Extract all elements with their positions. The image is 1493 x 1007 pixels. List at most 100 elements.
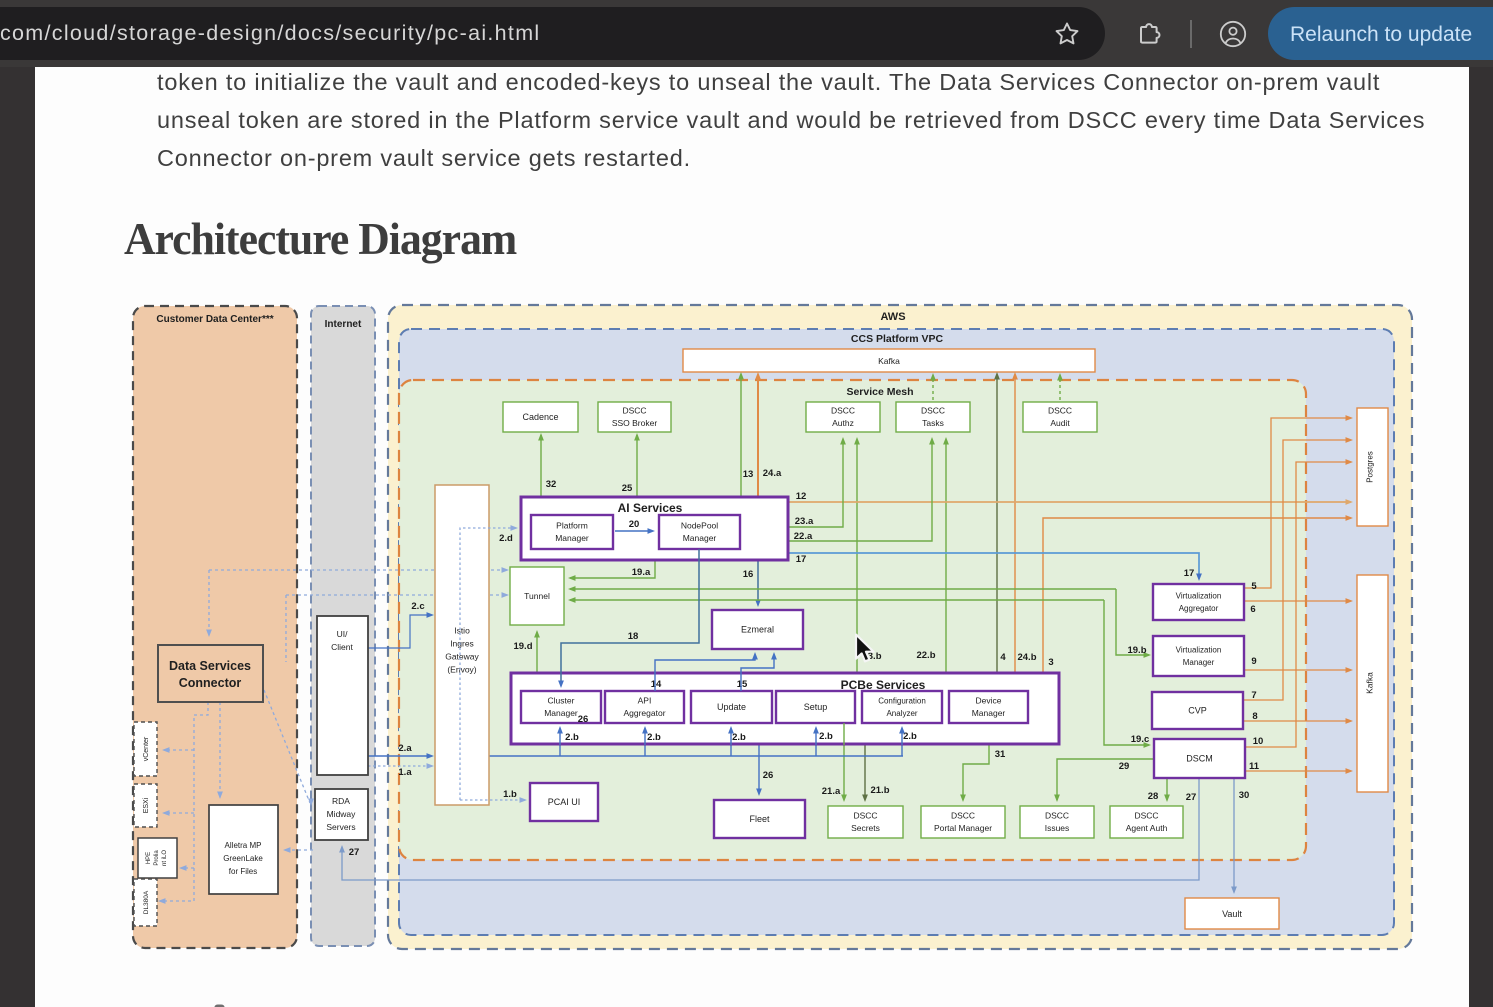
svg-text:22.a: 22.a (794, 531, 813, 542)
svg-text:7: 7 (1251, 690, 1256, 701)
svg-text:CCS Platform VPC: CCS Platform VPC (851, 333, 944, 345)
svg-text:2.a: 2.a (398, 743, 412, 754)
svg-text:Vault: Vault (1222, 909, 1242, 919)
svg-text:Internet: Internet (325, 319, 362, 330)
svg-text:Device: Device (976, 696, 1002, 706)
svg-text:Issues: Issues (1045, 823, 1070, 833)
svg-text:5: 5 (1251, 581, 1257, 592)
svg-text:18: 18 (628, 631, 639, 642)
svg-text:2.b: 2.b (903, 731, 917, 742)
svg-text:28: 28 (1148, 791, 1159, 802)
svg-text:19.c: 19.c (1131, 734, 1150, 745)
svg-text:1.a: 1.a (398, 767, 412, 778)
svg-text:Manager: Manager (1183, 658, 1215, 667)
svg-text:11: 11 (1249, 761, 1260, 772)
svg-text:2.d: 2.d (499, 533, 513, 544)
svg-text:(Envoy): (Envoy) (447, 664, 476, 674)
svg-text:CVP: CVP (1188, 706, 1207, 716)
svg-text:DL380A: DL380A (143, 890, 150, 914)
svg-text:DSCC: DSCC (921, 406, 945, 416)
svg-text:SSO Broker: SSO Broker (612, 418, 658, 428)
svg-text:UI/: UI/ (337, 629, 349, 639)
svg-text:20: 20 (629, 519, 640, 530)
svg-text:13: 13 (743, 469, 754, 480)
svg-text:Servers: Servers (326, 822, 355, 832)
svg-text:2.b: 2.b (565, 732, 579, 743)
svg-text:Aggregator: Aggregator (623, 708, 665, 718)
svg-text:DSCC: DSCC (1045, 811, 1069, 821)
svg-text:GreenLake: GreenLake (223, 854, 263, 863)
svg-text:27: 27 (1186, 792, 1197, 803)
svg-text:AI Services: AI Services (618, 501, 683, 515)
svg-text:10: 10 (1253, 736, 1264, 747)
svg-text:Ingres: Ingres (450, 638, 474, 648)
svg-text:26: 26 (578, 714, 589, 725)
svg-text:31: 31 (995, 749, 1006, 760)
svg-text:17: 17 (796, 554, 807, 565)
svg-text:DSCC: DSCC (951, 811, 975, 821)
svg-text:Tunnel: Tunnel (524, 591, 550, 601)
svg-text:Midway: Midway (327, 809, 357, 819)
svg-text:23.a: 23.a (795, 516, 814, 527)
svg-text:ESXi: ESXi (143, 797, 150, 813)
svg-text:Virtualization: Virtualization (1176, 592, 1222, 601)
svg-text:26: 26 (763, 770, 774, 781)
svg-text:21.b: 21.b (870, 785, 889, 796)
svg-text:15: 15 (737, 679, 748, 690)
svg-text:Kafka: Kafka (878, 356, 900, 366)
svg-text:Kafka: Kafka (1365, 672, 1375, 694)
svg-text:16: 16 (743, 569, 754, 580)
svg-text:Authz: Authz (832, 418, 854, 428)
svg-text:Secrets: Secrets (851, 823, 880, 833)
svg-text:Analyzer: Analyzer (886, 709, 917, 718)
svg-text:Customer Data Center***: Customer Data Center*** (156, 314, 273, 325)
svg-text:Postgres: Postgres (1366, 451, 1375, 483)
svg-text:Manager: Manager (972, 708, 1006, 718)
svg-text:Virtualization: Virtualization (1176, 646, 1222, 655)
svg-text:API: API (638, 696, 652, 706)
svg-text:Connector: Connector (179, 676, 242, 690)
svg-text:DSCM: DSCM (1186, 754, 1213, 764)
svg-text:Platform: Platform (556, 521, 588, 531)
svg-text:Service Mesh: Service Mesh (846, 386, 913, 398)
svg-text:Istio: Istio (454, 625, 470, 635)
svg-text:DSCC: DSCC (1134, 811, 1158, 821)
svg-text:Cadence: Cadence (522, 412, 558, 422)
svg-text:8: 8 (1252, 711, 1257, 722)
svg-text:4: 4 (1000, 652, 1006, 663)
svg-text:Prolia: Prolia (154, 850, 160, 866)
svg-text:Data Services: Data Services (169, 659, 251, 673)
svg-text:24.a: 24.a (763, 468, 782, 479)
svg-text:Portal Manager: Portal Manager (934, 823, 992, 833)
svg-text:25: 25 (622, 483, 633, 494)
svg-text:24.b: 24.b (1017, 652, 1036, 663)
svg-text:30: 30 (1239, 790, 1250, 801)
svg-text:Audit: Audit (1050, 418, 1070, 428)
svg-text:Manager: Manager (683, 533, 717, 543)
svg-text:HPE: HPE (146, 852, 152, 864)
svg-text:19.a: 19.a (632, 567, 651, 578)
svg-text:Manager: Manager (555, 533, 589, 543)
svg-text:2.b: 2.b (819, 731, 833, 742)
svg-text:1.b: 1.b (503, 789, 517, 800)
svg-text:Agent Auth: Agent Auth (1126, 823, 1168, 833)
svg-text:29: 29 (1119, 761, 1130, 772)
svg-text:nt iLO: nt iLO (162, 850, 168, 866)
svg-text:PCAI UI: PCAI UI (548, 797, 581, 807)
svg-text:Tasks: Tasks (922, 418, 944, 428)
svg-text:3: 3 (1048, 657, 1053, 668)
svg-text:NodePool: NodePool (681, 521, 718, 531)
svg-text:AWS: AWS (880, 311, 905, 323)
svg-text:Update: Update (717, 702, 746, 712)
svg-text:17: 17 (1184, 568, 1195, 579)
svg-text:2.c: 2.c (411, 601, 424, 612)
svg-text:RDA: RDA (332, 796, 350, 806)
svg-text:Gateway: Gateway (445, 651, 479, 661)
svg-text:19.d: 19.d (513, 641, 532, 652)
svg-text:19.b: 19.b (1127, 645, 1146, 656)
svg-text:Configuration: Configuration (878, 697, 926, 706)
svg-text:6: 6 (1250, 604, 1255, 615)
svg-text:Alletra MP: Alletra MP (225, 841, 262, 850)
svg-text:Cluster: Cluster (548, 696, 575, 706)
svg-text:Aggregator: Aggregator (1179, 604, 1219, 613)
